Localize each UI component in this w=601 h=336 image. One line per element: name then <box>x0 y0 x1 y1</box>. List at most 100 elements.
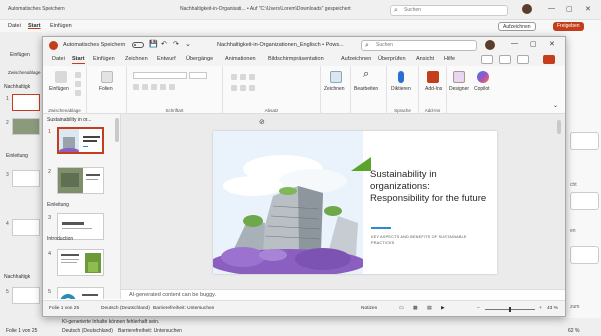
autosave-toggle[interactable] <box>132 42 144 48</box>
format-painter-icon[interactable] <box>75 90 81 96</box>
section-introduction[interactable]: Introduction <box>47 236 73 242</box>
bg-slide-thumb-3[interactable] <box>12 170 40 187</box>
menu-insert[interactable]: Einfügen <box>93 56 115 62</box>
zoom-slider[interactable] <box>485 307 535 312</box>
bg-status-language[interactable]: Deutsch (Deutschland) <box>62 328 113 334</box>
addins-button[interactable]: Add-Ins <box>425 86 442 92</box>
close-icon[interactable]: ✕ <box>549 40 555 48</box>
editing-button[interactable]: Bearbeiten <box>354 86 378 92</box>
new-slide-icon <box>101 71 113 83</box>
slideshow-icon[interactable]: ▶ <box>441 306 445 311</box>
menu-file[interactable]: Datei <box>52 56 65 62</box>
maximize-icon[interactable]: ▢ <box>530 40 537 48</box>
menu-view[interactable]: Ansicht <box>416 56 434 62</box>
redo-icon[interactable]: ↷ <box>173 40 179 48</box>
bg-slide-thumb-5[interactable] <box>12 287 40 304</box>
ribbon-collapse-icon[interactable]: ⌄ <box>553 102 558 109</box>
slide-thumb-2[interactable] <box>57 167 104 194</box>
status-language[interactable]: Deutsch (Deutschland) <box>101 306 150 311</box>
numbering-icon[interactable] <box>240 74 246 80</box>
copilot-button[interactable]: Copilot <box>474 86 490 92</box>
designer-button[interactable]: Designer <box>449 86 469 92</box>
camera-button[interactable] <box>517 55 529 64</box>
bg-close-icon[interactable]: ✕ <box>585 5 591 13</box>
section-einleitung[interactable]: Einleitung <box>47 202 69 208</box>
bg-panel-box-2[interactable] <box>570 192 599 210</box>
share-button[interactable] <box>543 55 555 64</box>
bg-section-2[interactable]: Einleitung <box>6 153 28 159</box>
zoom-out-icon[interactable]: − <box>477 306 480 311</box>
bullets-icon[interactable] <box>231 74 237 80</box>
bg-slide-thumb-4[interactable] <box>12 219 40 236</box>
strikethrough-icon[interactable] <box>160 84 166 90</box>
cut-icon[interactable] <box>75 72 81 78</box>
menu-animations[interactable]: Animationen <box>225 56 256 62</box>
save-icon[interactable]: 💾 <box>149 40 158 48</box>
bg-menu-start[interactable]: Start <box>28 23 41 29</box>
copy-icon[interactable] <box>75 81 81 87</box>
bg-section-1[interactable]: Nachhaltigk <box>4 84 30 90</box>
accessibility-icon[interactable]: ⊘ <box>259 118 265 126</box>
reading-view-icon[interactable]: ▤ <box>427 306 432 311</box>
bold-icon[interactable] <box>133 84 139 90</box>
bg-menu-file[interactable]: Datei <box>8 23 21 29</box>
current-slide[interactable]: Sustainability in organizations: Respons… <box>213 131 497 274</box>
bg-slide-thumb-1[interactable] <box>12 94 40 111</box>
normal-view-icon[interactable]: ▭ <box>399 306 404 311</box>
font-group-label: Schriftart <box>165 108 184 113</box>
status-accessibility[interactable]: Barrierefreiheit: Untersuchen <box>153 306 214 311</box>
bg-section-3[interactable]: Nachhaltigk <box>4 274 30 280</box>
slides-button[interactable]: Folien <box>99 86 113 92</box>
minimize-icon[interactable]: — <box>511 40 518 47</box>
menu-slideshow[interactable]: Bildschirmpräsentation <box>268 56 324 62</box>
menu-start[interactable]: Start <box>72 56 85 64</box>
font-color-icon[interactable] <box>169 84 175 90</box>
menu-help[interactable]: Hilfe <box>444 56 455 62</box>
comments-button[interactable] <box>481 55 493 64</box>
bg-menu-insert[interactable]: Einfügen <box>50 23 72 29</box>
align-right-icon[interactable] <box>249 85 255 91</box>
paste-button[interactable]: Einfügen <box>49 86 69 92</box>
bg-panel-box-1[interactable] <box>570 132 599 150</box>
bg-status-accessibility[interactable]: Barrierefreiheit: Untersuchen <box>118 328 182 334</box>
font-name-field[interactable] <box>133 72 187 79</box>
drawing-button[interactable]: Zeichnen <box>324 86 345 92</box>
menu-record[interactable]: Aufzeichnen <box>341 56 371 62</box>
zoom-in-icon[interactable]: + <box>539 306 542 311</box>
menu-transitions[interactable]: Übergänge <box>186 56 213 62</box>
underline-icon[interactable] <box>151 84 157 90</box>
notes-pane[interactable]: AI-generated content can be buggy. <box>121 289 565 300</box>
align-center-icon[interactable] <box>240 85 246 91</box>
slide-thumb-1[interactable] <box>57 127 104 154</box>
dictate-button[interactable]: Diktieren <box>391 86 411 92</box>
bg-minimize-icon[interactable]: — <box>548 5 555 12</box>
section-sustainability[interactable]: Sustainability in or... <box>47 117 91 123</box>
bg-search-box[interactable]: ⌕ Suchen <box>390 5 508 16</box>
thumbnail-scrollbar[interactable] <box>115 118 119 142</box>
bg-record-button[interactable]: Aufzeichnen <box>498 22 536 31</box>
user-avatar[interactable] <box>485 40 495 50</box>
bg-panel-box-3[interactable] <box>570 246 599 264</box>
undo-icon[interactable]: ↶ <box>161 40 167 48</box>
slide-thumb-5[interactable] <box>57 287 104 299</box>
bg-status-zoom[interactable]: 62 % <box>568 328 579 334</box>
status-notes-button[interactable]: Notizen <box>361 306 377 311</box>
bg-share-button[interactable]: Freigeben <box>553 22 584 31</box>
align-left-icon[interactable] <box>231 85 237 91</box>
slide-thumb-4[interactable] <box>57 249 104 276</box>
bg-maximize-icon[interactable]: ▢ <box>566 5 573 13</box>
zoom-level[interactable]: 43 % <box>547 306 558 311</box>
bg-slide-thumb-2[interactable] <box>12 118 40 135</box>
canvas-scrollbar[interactable] <box>557 120 561 134</box>
menu-draw[interactable]: Zeichnen <box>125 56 148 62</box>
font-size-field[interactable] <box>189 72 207 79</box>
slide-sorter-icon[interactable]: ▦ <box>413 306 418 311</box>
bg-avatar[interactable] <box>522 4 532 14</box>
italic-icon[interactable] <box>142 84 148 90</box>
menu-design[interactable]: Entwurf <box>157 56 176 62</box>
search-box[interactable]: ⌕ Suchen <box>361 40 477 51</box>
menu-review[interactable]: Überprüfen <box>378 56 406 62</box>
present-button[interactable] <box>499 55 511 64</box>
customize-toolbar-icon[interactable]: ⌄ <box>185 40 191 48</box>
indent-icon[interactable] <box>249 74 255 80</box>
